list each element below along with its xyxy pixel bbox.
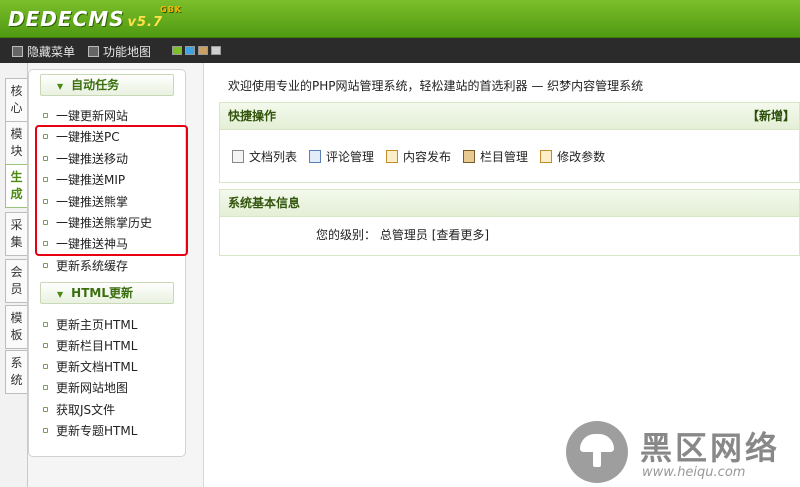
- version-sup: GBK: [160, 5, 182, 14]
- quick-item-label: 栏目管理: [480, 150, 529, 164]
- category-html-update[interactable]: ▼ HTML更新: [40, 282, 174, 304]
- settings-edit-icon: [540, 150, 553, 163]
- mushroom-logo-icon: [566, 421, 628, 483]
- mushroom-stem: [593, 451, 601, 467]
- quick-actions-title: 快捷操作: [228, 109, 277, 123]
- toolbar: 隐藏菜单 功能地图: [0, 38, 800, 63]
- dedecms-logo: DEDECMS v5.7 GBK: [8, 5, 181, 31]
- menu-item-update-topic-html[interactable]: 更新专题HTML: [43, 422, 137, 439]
- chevron-down-icon: ▼: [57, 290, 64, 299]
- quick-columns[interactable]: 栏目管理: [463, 148, 528, 165]
- heiqu-watermark: 黑区网络 www.heiqu.com: [566, 421, 796, 483]
- category-auto-tasks[interactable]: ▼ 自动任务: [40, 74, 174, 96]
- menu-item-label: 更新栏目HTML: [56, 339, 138, 353]
- bullet-icon: [43, 263, 48, 268]
- system-info-box: 系统基本信息 您的级别： 总管理员 [查看更多]: [219, 189, 800, 256]
- see-more-link[interactable]: [查看更多]: [432, 228, 489, 242]
- menu-item-label: 获取JS文件: [56, 403, 116, 417]
- watermark-url: www.heiqu.com: [642, 465, 746, 480]
- quick-actions-header: 快捷操作 【新增】: [220, 103, 799, 130]
- menu-item-update-home-html[interactable]: 更新主页HTML: [43, 316, 137, 333]
- level-value: 总管理员: [379, 228, 428, 242]
- hide-menu-button[interactable]: 隐藏菜单: [12, 43, 75, 60]
- quick-item-label: 修改参数: [557, 150, 606, 164]
- chevron-down-icon: ▼: [57, 82, 64, 91]
- quick-doc-list[interactable]: 文档列表: [232, 148, 297, 165]
- tab-member-label: 会员: [10, 265, 23, 296]
- quick-actions-box: 快捷操作 【新增】 文档列表 评论管理 内容发布 栏目管理 修改参数: [219, 102, 800, 183]
- tab-system-label: 系统: [10, 356, 23, 387]
- hide-menu-label: 隐藏菜单: [27, 45, 76, 59]
- skin-swatch-brown[interactable]: [198, 46, 208, 55]
- menu-item-update-sitemap[interactable]: 更新网站地图: [43, 379, 128, 396]
- watermark-title: 黑区网络: [640, 429, 781, 467]
- skin-swatch-gray[interactable]: [211, 46, 221, 55]
- tab-template[interactable]: 模板: [5, 305, 27, 349]
- menu-item-label: 更新主页HTML: [56, 318, 138, 332]
- tab-core-label: 核心: [10, 84, 23, 115]
- comment-icon: [309, 150, 322, 163]
- menu-panel: ▼ 自动任务 一键更新网站 一键推送PC 一键推送移动 一键推送MIP 一键推送熊…: [28, 63, 204, 487]
- system-info-body: 您的级别： 总管理员 [查看更多]: [220, 217, 799, 253]
- menu-item-label: 一键更新网站: [56, 109, 129, 123]
- welcome-text: 欢迎使用专业的PHP网站管理系统，轻松建站的首选利器 — 织梦内容管理系统: [228, 79, 644, 93]
- site-map-icon: [88, 46, 99, 57]
- quick-item-label: 文档列表: [249, 150, 298, 164]
- tab-system[interactable]: 系统: [5, 350, 27, 394]
- quick-comments[interactable]: 评论管理: [309, 148, 374, 165]
- bullet-icon: [43, 322, 48, 327]
- skin-swatch-green[interactable]: [172, 46, 182, 55]
- tab-member[interactable]: 会员: [5, 259, 27, 303]
- version-label: v5.7: [127, 15, 164, 30]
- tab-template-label: 模板: [10, 311, 23, 342]
- menu-item-update-cache[interactable]: 更新系统缓存: [43, 257, 128, 274]
- site-map-button[interactable]: 功能地图: [88, 43, 151, 60]
- menu-item-get-js[interactable]: 获取JS文件: [43, 401, 115, 418]
- folder-icon: [463, 150, 476, 163]
- category-html-update-label: HTML更新: [71, 286, 133, 300]
- tab-generate-label: 生成: [10, 170, 23, 201]
- menu-item-update-column-html[interactable]: 更新栏目HTML: [43, 337, 137, 354]
- category-auto-tasks-label: 自动任务: [71, 78, 120, 92]
- highlight-box: [35, 125, 188, 256]
- bullet-icon: [43, 385, 48, 390]
- menu-item-label: 更新系统缓存: [56, 259, 129, 273]
- top-header: DEDECMS v5.7 GBK: [0, 0, 800, 38]
- tab-collect-label: 采集: [10, 218, 23, 249]
- system-info-header: 系统基本信息: [220, 190, 799, 217]
- bullet-icon: [43, 113, 48, 118]
- menu-item-update-site[interactable]: 一键更新网站: [43, 107, 128, 124]
- skin-swatch-blue[interactable]: [185, 46, 195, 55]
- document-icon: [232, 150, 244, 163]
- admin-level-row: 您的级别： 总管理员 [查看更多]: [316, 226, 489, 243]
- quick-actions-list: 文档列表 评论管理 内容发布 栏目管理 修改参数: [220, 130, 799, 183]
- quick-item-label: 评论管理: [326, 150, 375, 164]
- bullet-icon: [43, 407, 48, 412]
- quick-add-link[interactable]: 【新增】: [747, 103, 795, 129]
- quick-item-label: 内容发布: [403, 150, 452, 164]
- edit-icon: [386, 150, 399, 163]
- tab-generate[interactable]: 生成: [5, 164, 27, 208]
- tab-collect[interactable]: 采集: [5, 212, 27, 256]
- level-label: 您的级别：: [316, 228, 377, 242]
- menu-item-label: 更新网站地图: [56, 381, 129, 395]
- system-info-title: 系统基本信息: [228, 196, 301, 210]
- bullet-icon: [43, 428, 48, 433]
- tab-core[interactable]: 核心: [5, 78, 27, 122]
- bullet-icon: [43, 343, 48, 348]
- site-map-label: 功能地图: [103, 45, 152, 59]
- hide-menu-icon: [12, 46, 23, 57]
- menu-item-label: 更新文档HTML: [56, 360, 138, 374]
- mushroom-cap: [580, 434, 614, 452]
- quick-settings[interactable]: 修改参数: [540, 148, 605, 165]
- quick-publish[interactable]: 内容发布: [386, 148, 451, 165]
- side-tabs: 核心 模块 生成 采集 会员 模板 系统: [0, 63, 28, 487]
- bullet-icon: [43, 364, 48, 369]
- tab-module[interactable]: 模块: [5, 121, 27, 165]
- menu-item-update-doc-html[interactable]: 更新文档HTML: [43, 358, 137, 375]
- logo-text: DEDECMS: [8, 7, 125, 31]
- tab-module-label: 模块: [10, 127, 23, 158]
- menu-item-label: 更新专题HTML: [56, 424, 138, 438]
